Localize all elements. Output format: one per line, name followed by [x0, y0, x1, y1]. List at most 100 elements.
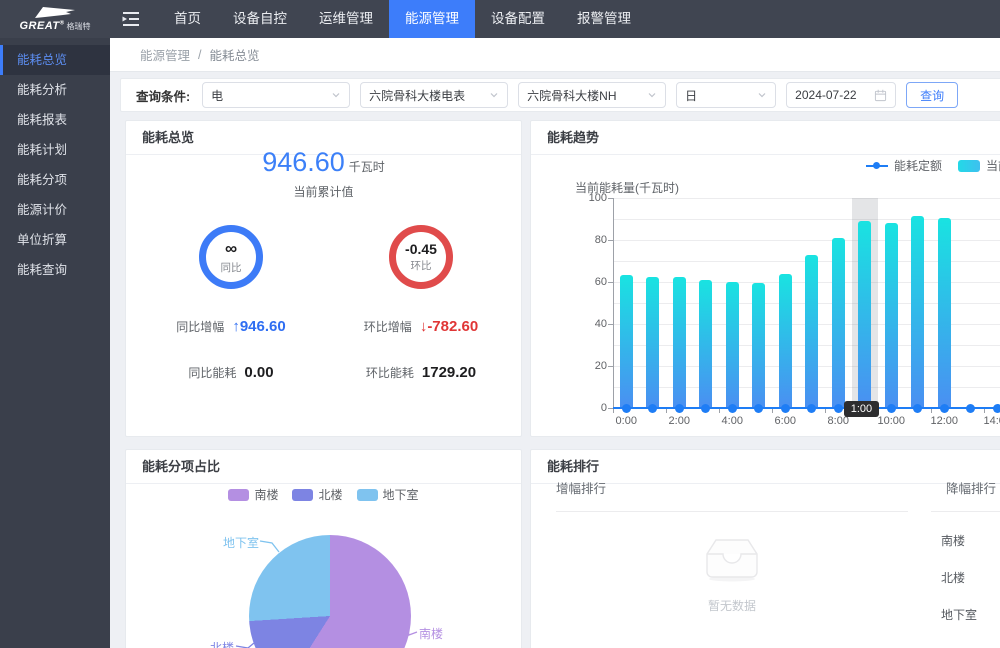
- brand-flag-icon: [33, 6, 77, 19]
- trend-bar[interactable]: [885, 223, 898, 408]
- sidebar-item[interactable]: 能耗分项: [0, 165, 110, 195]
- quota-line-point[interactable]: [701, 404, 710, 413]
- trend-bar[interactable]: [646, 277, 659, 408]
- x-axis-label: 4:00: [710, 415, 754, 427]
- rank-list-item: 南楼: [941, 532, 1000, 549]
- collapse-menu-icon: [121, 11, 141, 27]
- nav-tab[interactable]: 设备配置: [475, 0, 561, 38]
- rank-increase-header: 增幅排行: [556, 478, 908, 497]
- pie-legend-item[interactable]: 地下室: [357, 486, 419, 503]
- trend-bar[interactable]: [805, 255, 818, 408]
- mom-energy-row: 环比能耗1729.20: [331, 364, 511, 381]
- chevron-down-icon: [757, 90, 767, 100]
- x-axis-tick: [931, 409, 932, 413]
- pie-legend-item[interactable]: 南楼: [228, 486, 278, 503]
- pie-chart[interactable]: [249, 535, 411, 648]
- trend-bar[interactable]: [673, 277, 686, 408]
- query-filter-bar: 查询条件: 电六院骨科大楼电表六院骨科大楼NH日 2024-07-22 查询: [120, 78, 1000, 112]
- divider: [931, 511, 1000, 512]
- yoy-energy-row: 同比能耗0.00: [141, 364, 321, 381]
- quota-line-point[interactable]: [754, 404, 763, 413]
- trend-bar[interactable]: [752, 283, 765, 408]
- date-value: 2024-07-22: [795, 88, 856, 102]
- sidebar-item[interactable]: 能源计价: [0, 195, 110, 225]
- y-axis-label: 20: [571, 360, 607, 372]
- quota-line-point[interactable]: [834, 404, 843, 413]
- sidebar-item[interactable]: 能耗分析: [0, 75, 110, 105]
- pie-legend-item[interactable]: 北楼: [292, 486, 342, 503]
- filter-select[interactable]: 六院骨科大楼电表: [360, 82, 508, 108]
- x-axis-label: 0:00: [604, 415, 648, 427]
- nav-tab[interactable]: 设备自控: [217, 0, 303, 38]
- trend-bar[interactable]: [726, 282, 739, 408]
- y-axis-label: 40: [571, 318, 607, 330]
- rank-list-item: 北楼: [941, 569, 1000, 586]
- quota-line-point[interactable]: [913, 404, 922, 413]
- y-axis-tick: [608, 324, 613, 325]
- quota-line-point[interactable]: [781, 404, 790, 413]
- trend-bar[interactable]: [779, 274, 792, 408]
- filter-select[interactable]: 电: [202, 82, 350, 108]
- cumulative-caption: 当前累计值: [126, 183, 521, 200]
- pie-legend: 南楼北楼 地下室: [126, 486, 521, 503]
- quota-line-point[interactable]: [675, 404, 684, 413]
- card-energy-breakdown: 能耗分项占比 南楼北楼地下室 南楼 北楼 地下室: [125, 449, 522, 648]
- cumulative-value: 946.60千瓦时: [126, 147, 521, 178]
- empty-state: 暂无数据: [556, 536, 908, 614]
- quota-line-point[interactable]: [648, 404, 657, 413]
- trend-plot-area: 0204060801000:002:004:006:008:0010:0012:…: [531, 155, 1000, 436]
- empty-box-icon: [699, 536, 765, 582]
- divider: [556, 511, 908, 512]
- breadcrumb-parent[interactable]: 能源管理: [140, 45, 190, 64]
- pie-label-north: 北楼: [210, 639, 234, 648]
- quota-line-point[interactable]: [728, 404, 737, 413]
- mom-ring: -0.45 环比: [389, 225, 453, 289]
- quota-line-point[interactable]: [807, 404, 816, 413]
- filter-select-value: 电: [211, 87, 223, 104]
- rank-decrease-header: 降幅排行: [946, 478, 1000, 497]
- legend-swatch-icon: [228, 489, 249, 501]
- x-axis-tick: [772, 409, 773, 413]
- nav-tab[interactable]: 运维管理: [303, 0, 389, 38]
- app-window: GREAT®格瑞特 首页设备自控运维管理能源管理设备配置报警管理 能耗总览能耗分…: [0, 0, 1000, 648]
- y-axis-label: 0: [571, 402, 607, 414]
- sidebar-item[interactable]: 能耗计划: [0, 135, 110, 165]
- trend-bar[interactable]: [832, 238, 845, 408]
- card-title: 能耗趋势: [531, 121, 1000, 155]
- sidebar-item[interactable]: 能耗报表: [0, 105, 110, 135]
- x-axis-label: 14:00: [975, 415, 1000, 427]
- filter-select-value: 日: [685, 87, 697, 104]
- main-menu: 首页设备自控运维管理能源管理设备配置报警管理: [158, 0, 647, 38]
- breadcrumb: 能源管理 / 能耗总览: [110, 38, 1000, 72]
- filter-select[interactable]: 日: [676, 82, 776, 108]
- quota-line-point[interactable]: [622, 404, 631, 413]
- trend-bar[interactable]: [699, 280, 712, 408]
- sidebar-item[interactable]: 单位折算: [0, 225, 110, 255]
- card-energy-trend: 能耗趋势 能耗定额 当前能耗 当前能耗量(千瓦时) 0204060801000:…: [530, 120, 1000, 437]
- trend-bar[interactable]: [938, 218, 951, 408]
- filter-select[interactable]: 六院骨科大楼NH: [518, 82, 666, 108]
- quota-line-point[interactable]: [966, 404, 975, 413]
- mom-growth-row: 环比增幅↓-782.60: [331, 318, 511, 335]
- quota-line-point[interactable]: [993, 404, 1000, 413]
- nav-tab[interactable]: 报警管理: [561, 0, 647, 38]
- trend-bar[interactable]: [620, 275, 633, 408]
- sidebar-collapse-button[interactable]: [110, 0, 152, 38]
- sidebar-item[interactable]: 能耗查询: [0, 255, 110, 285]
- axis-tooltip: 1:00: [844, 401, 879, 417]
- trend-bar[interactable]: [858, 221, 871, 408]
- legend-swatch-icon: [292, 489, 313, 501]
- legend-label: 南楼: [254, 486, 278, 503]
- y-axis-line: [613, 198, 614, 408]
- trend-bar[interactable]: [911, 216, 924, 408]
- yoy-ring: ∞ 同比: [199, 225, 263, 289]
- nav-tab[interactable]: 首页: [158, 0, 217, 38]
- legend-label: 地下室: [383, 486, 419, 503]
- query-button[interactable]: 查询: [906, 82, 958, 108]
- sidebar-item[interactable]: 能耗总览: [0, 45, 110, 75]
- quota-line-point[interactable]: [940, 404, 949, 413]
- breadcrumb-separator: /: [198, 48, 201, 62]
- quota-line-point[interactable]: [887, 404, 896, 413]
- nav-tab[interactable]: 能源管理: [389, 0, 475, 38]
- date-picker[interactable]: 2024-07-22: [786, 82, 896, 108]
